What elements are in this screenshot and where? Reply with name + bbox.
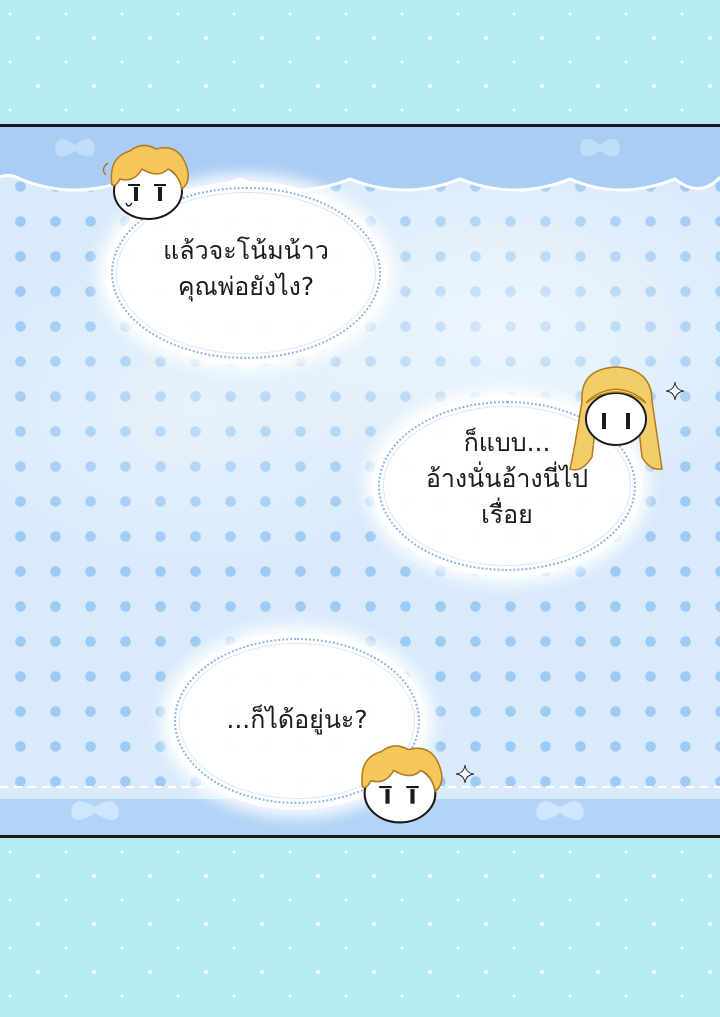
bubble-1-text: แล้วจะโน้มน้าว คุณพ่อยังไง?: [163, 236, 329, 301]
long-haired-girl-face-icon: [569, 366, 663, 471]
dotted-background-top: [0, 0, 720, 124]
blond-boy-face-icon-2: [361, 745, 443, 824]
sparkle-icon-2: [456, 764, 474, 784]
dotted-background-bottom: [0, 838, 720, 1017]
blond-boy-face-icon: [102, 144, 189, 220]
sparkle-icon: [666, 381, 684, 401]
bubble-3-text: ...ก็ได้อยู่นะ?: [226, 705, 368, 734]
comic-panel: แล้วจะโน้มน้าว คุณพ่อยังไง? ก็แบบ... อ้า…: [0, 124, 720, 838]
